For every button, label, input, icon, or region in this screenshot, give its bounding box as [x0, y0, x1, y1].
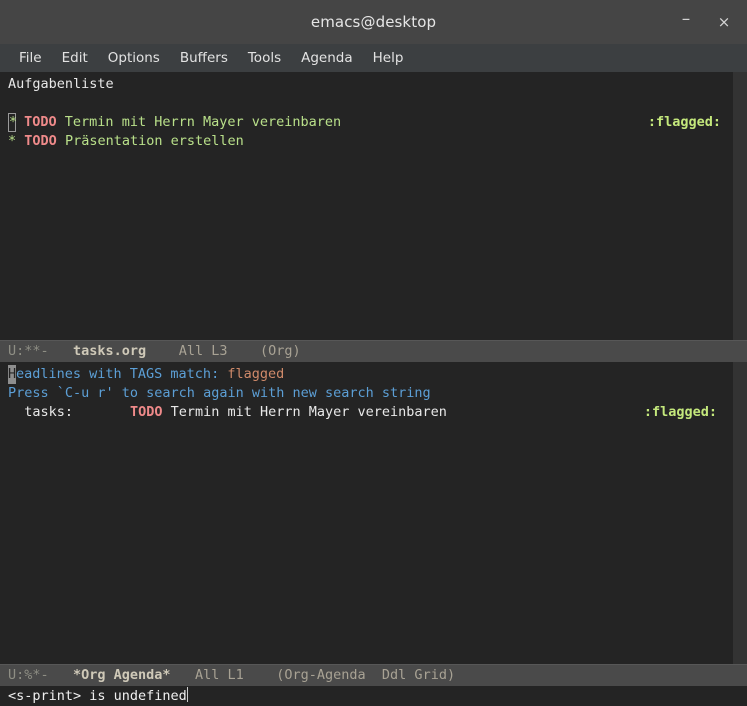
modeline-agenda-buffer[interactable]: *Org Agenda*	[73, 667, 171, 683]
tasks-blank-line	[8, 94, 733, 113]
emacs-frame: Aufgabenliste * TODO Termin mit Herrn Ma…	[0, 72, 747, 706]
agenda-hint-text: Press `C-u r' to search again with new s…	[8, 385, 431, 401]
tasks-sep-1b	[57, 114, 65, 130]
agenda-gap-1	[73, 404, 130, 420]
menu-item-tools[interactable]: Tools	[238, 44, 291, 72]
menu-item-options[interactable]: Options	[98, 44, 170, 72]
echo-message: <s-print> is undefined	[8, 688, 187, 704]
tasks-bullet-2: *	[8, 133, 17, 149]
tasks-scrollbar[interactable]	[733, 72, 747, 340]
tasks-title-line: Aufgabenliste	[8, 75, 733, 94]
window-org-agenda: Headlines with TAGS match: flagged Press…	[0, 362, 747, 686]
agenda-header-match: flagged	[227, 366, 285, 382]
titlebar: emacs@desktop – ×	[0, 0, 747, 44]
menubar: File Edit Options Buffers Tools Agenda H…	[0, 44, 747, 72]
agenda-entry-headline-1[interactable]: Termin mit Herrn Mayer vereinbaren	[171, 404, 447, 420]
menu-item-file[interactable]: File	[9, 44, 52, 72]
echo-cursor	[186, 687, 188, 702]
tasks-sep-1	[16, 114, 24, 130]
menu-item-buffers[interactable]: Buffers	[170, 44, 238, 72]
tasks-title-text: Aufgabenliste	[8, 76, 114, 92]
menu-item-help[interactable]: Help	[363, 44, 414, 72]
tasks-headline-1[interactable]: Termin mit Herrn Mayer vereinbaren	[65, 114, 341, 130]
modeline-agenda-modes[interactable]: (Org-Agenda Ddl Grid)	[276, 667, 455, 683]
ml-gap-d	[49, 667, 73, 683]
ml-gap-e	[171, 667, 195, 683]
agenda-header-prefix: eadlines with TAGS match:	[16, 366, 228, 382]
ml-gap-c	[227, 343, 260, 359]
modeline-agenda-position: All L1	[194, 667, 244, 683]
tasks-todo-keyword-2[interactable]: TODO	[24, 133, 57, 149]
agenda-buffer-body[interactable]: Headlines with TAGS match: flagged Press…	[0, 362, 747, 664]
modeline-org-agenda[interactable]: U:%*- *Org Agenda* All L1 (Org-Agenda Dd…	[0, 664, 747, 686]
agenda-entry-category-1: tasks:	[8, 404, 74, 420]
tasks-item-row-1[interactable]: * TODO Termin mit Herrn Mayer vereinbare…	[8, 113, 733, 132]
modeline-tasks-buffer[interactable]: tasks.org	[73, 343, 146, 359]
agenda-scrollbar[interactable]	[733, 362, 747, 664]
modeline-agenda-flags: U:%*-	[8, 667, 49, 683]
agenda-hint-line: Press `C-u r' to search again with new s…	[8, 384, 733, 403]
agenda-gap-1b	[162, 404, 170, 420]
tasks-sep-2b	[57, 133, 65, 149]
modeline-tasks-position: All L3	[178, 343, 228, 359]
left-fringe	[0, 72, 8, 340]
agenda-text-area[interactable]: Headlines with TAGS match: flagged Press…	[8, 362, 733, 664]
agenda-entry-keyword-1[interactable]: TODO	[130, 404, 163, 420]
tasks-item-row-2[interactable]: * TODO Präsentation erstellen	[8, 132, 733, 151]
modeline-tasks-modes[interactable]: (Org)	[260, 343, 301, 359]
window-controls: – ×	[675, 0, 735, 44]
minimize-button[interactable]: –	[675, 8, 697, 36]
agenda-left-fringe	[0, 362, 8, 664]
tasks-text-area[interactable]: Aufgabenliste * TODO Termin mit Herrn Ma…	[8, 72, 733, 340]
agenda-header-line: Headlines with TAGS match: flagged	[8, 365, 733, 384]
agenda-point-cursor: H	[8, 365, 17, 384]
menu-item-edit[interactable]: Edit	[52, 44, 98, 72]
menu-item-agenda[interactable]: Agenda	[291, 44, 363, 72]
echo-area: <s-print> is undefined	[0, 686, 747, 706]
window-tasks-org: Aufgabenliste * TODO Termin mit Herrn Ma…	[0, 72, 747, 362]
tasks-buffer-body[interactable]: Aufgabenliste * TODO Termin mit Herrn Ma…	[0, 72, 747, 340]
modeline-tasks-flags: U:**-	[8, 343, 49, 359]
ml-gap-a	[49, 343, 73, 359]
tasks-tags-1[interactable]: :flagged:	[648, 113, 721, 132]
ml-gap-f	[244, 667, 277, 683]
agenda-entry-tags-1[interactable]: :flagged:	[644, 403, 717, 422]
close-button[interactable]: ×	[713, 11, 735, 33]
tasks-headline-2[interactable]: Präsentation erstellen	[65, 133, 244, 149]
modeline-tasks-org[interactable]: U:**- tasks.org All L3 (Org)	[0, 340, 747, 362]
point-cursor: *	[8, 113, 18, 132]
tasks-todo-keyword-1[interactable]: TODO	[24, 114, 57, 130]
emacs-window: emacs@desktop – × File Edit Options Buff…	[0, 0, 747, 706]
ml-gap-b	[146, 343, 179, 359]
agenda-entry-row-1[interactable]: tasks: TODO Termin mit Herrn Mayer verei…	[8, 403, 733, 422]
window-title: emacs@desktop	[310, 13, 437, 31]
